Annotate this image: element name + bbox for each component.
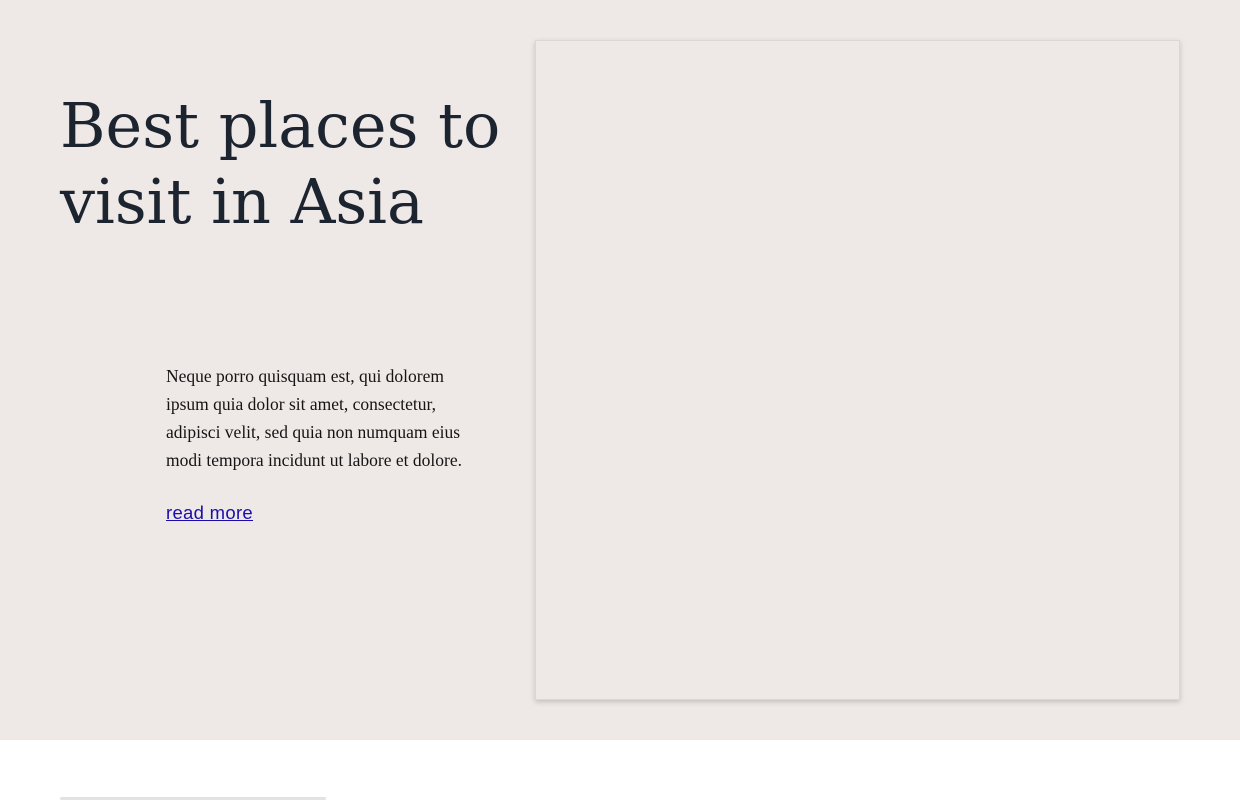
page-title: Best places to visit in Asia bbox=[60, 89, 501, 238]
read-more-link[interactable]: read more bbox=[166, 500, 253, 526]
hero-section: Best places to visit in Asia Neque porro… bbox=[0, 0, 1240, 740]
hero-image-placeholder bbox=[535, 40, 1180, 700]
next-section bbox=[0, 740, 1240, 800]
hero-description: Neque porro quisquam est, qui dolorem ip… bbox=[166, 366, 462, 470]
